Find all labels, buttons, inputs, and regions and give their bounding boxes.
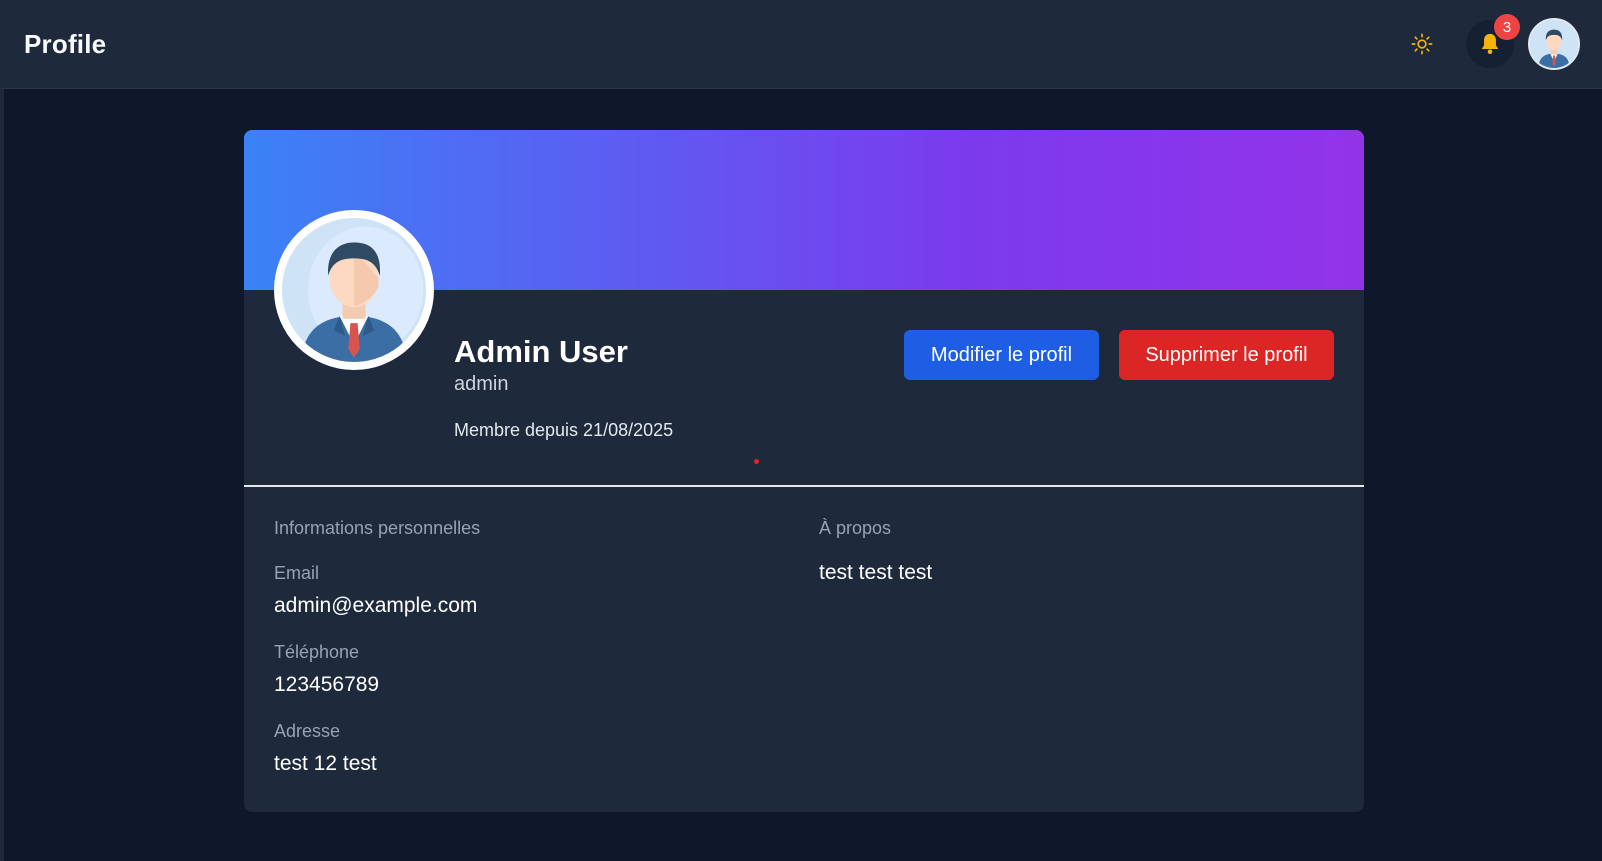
user-avatar-icon xyxy=(282,218,426,362)
section-title-about: À propos xyxy=(819,518,892,538)
field-email: Email admin@example.com xyxy=(274,563,774,618)
field-label: Email xyxy=(274,563,320,583)
theme-toggle-button[interactable] xyxy=(1404,26,1440,62)
personal-info-section: Informations personnelles Email admin@ex… xyxy=(274,518,774,776)
field-value: test 12 test xyxy=(274,752,377,775)
edit-profile-button[interactable]: Modifier le profil xyxy=(904,330,1099,380)
notifications-button[interactable]: 3 xyxy=(1466,14,1520,68)
user-avatar-icon xyxy=(1530,20,1578,68)
profile-card: Admin User admin Membre depuis 21/08/202… xyxy=(244,130,1364,812)
delete-profile-button[interactable]: Supprimer le profil xyxy=(1119,330,1334,380)
about-section: À propos test test test xyxy=(819,518,1319,585)
page-title: Profile xyxy=(24,28,107,59)
field-label: Adresse xyxy=(274,721,341,741)
divider xyxy=(244,485,1364,487)
section-title-personal-info: Informations personnelles xyxy=(274,518,481,538)
top-bar: Profile 3 xyxy=(0,0,1602,89)
field-address: Adresse test 12 test xyxy=(274,721,774,776)
profile-username: admin xyxy=(454,373,509,395)
profile-identity: Admin User admin Membre depuis 21/08/202… xyxy=(454,333,673,441)
sun-icon xyxy=(1411,33,1433,55)
profile-name: Admin User xyxy=(454,334,628,369)
topbar-actions: 3 xyxy=(1404,14,1580,70)
sidebar-edge xyxy=(0,89,4,861)
profile-avatar xyxy=(274,210,434,370)
field-label: Téléphone xyxy=(274,642,360,662)
field-phone: Téléphone 123456789 xyxy=(274,642,774,697)
user-avatar-button[interactable] xyxy=(1528,18,1580,70)
status-dot xyxy=(754,459,759,464)
member-since: Membre depuis 21/08/2025 xyxy=(454,420,674,440)
about-text: test test test xyxy=(819,561,933,584)
field-value: 123456789 xyxy=(274,673,380,696)
notification-count-badge: 3 xyxy=(1494,14,1520,40)
field-value: admin@example.com xyxy=(274,594,478,617)
